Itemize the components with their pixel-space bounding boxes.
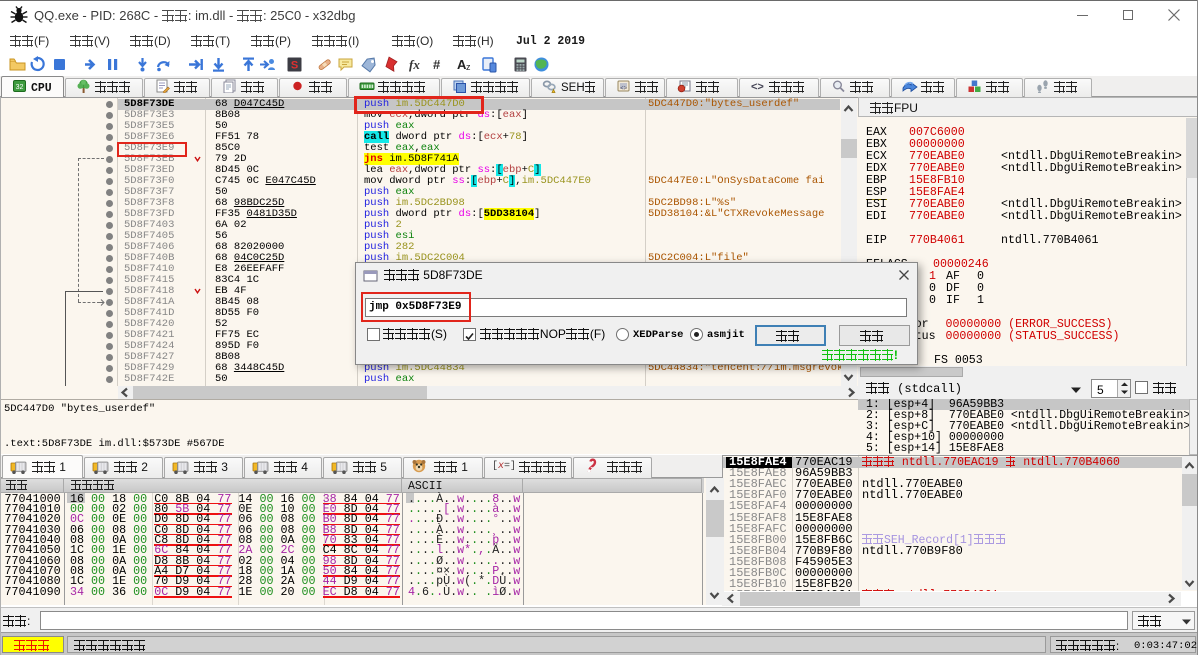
svg-text:S: S	[291, 60, 298, 72]
svg-text:<>: <>	[751, 81, 764, 93]
svg-text:z: z	[466, 62, 471, 72]
svg-text:32: 32	[16, 84, 24, 91]
svg-text:fx: fx	[409, 57, 420, 72]
svg-text:#: #	[433, 57, 441, 72]
svg-text:<>: <>	[620, 85, 628, 92]
